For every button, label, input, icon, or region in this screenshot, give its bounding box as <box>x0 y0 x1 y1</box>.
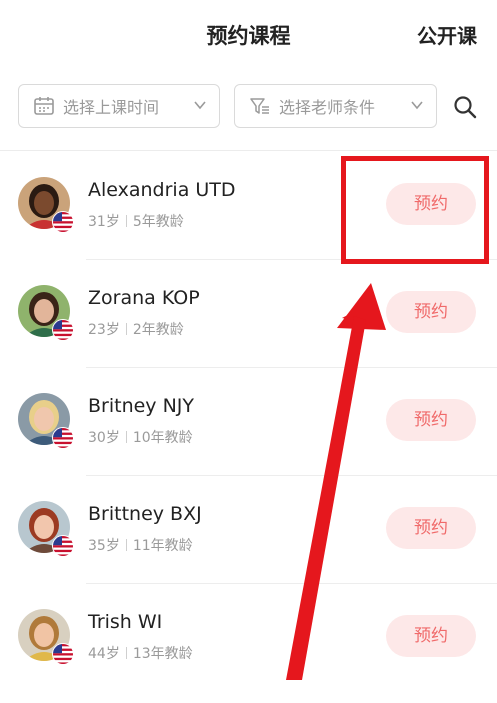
time-filter-dropdown[interactable]: 选择上课时间 <box>18 84 220 128</box>
teacher-experience: 5年教龄 <box>132 214 184 230</box>
teacher-name: Zorana KOP <box>88 287 200 309</box>
teacher-name: Alexandria UTD <box>88 179 236 201</box>
meta-separator <box>125 539 127 551</box>
meta-separator <box>125 431 127 443</box>
teacher-row[interactable]: Zorana KOP 23岁 2年教龄 预约 <box>0 271 497 379</box>
teacher-filter-label: 选择老师条件 <box>279 98 376 117</box>
book-button[interactable]: 预约 <box>386 399 476 441</box>
row-divider <box>86 475 497 476</box>
teacher-name: Brittney BXJ <box>88 503 202 525</box>
teacher-filter-dropdown[interactable]: 选择老师条件 <box>234 84 437 128</box>
us-flag-icon <box>52 643 74 665</box>
chevron-down-icon <box>194 101 206 110</box>
book-button[interactable]: 预约 <box>386 507 476 549</box>
teacher-meta: 31岁 5年教龄 <box>88 211 184 231</box>
teacher-experience: 10年教龄 <box>132 430 193 446</box>
row-divider <box>86 583 497 584</box>
search-icon[interactable] <box>452 94 478 120</box>
book-button[interactable]: 预约 <box>386 291 476 333</box>
teacher-age: 23岁 <box>88 322 120 338</box>
teacher-experience: 11年教龄 <box>132 538 193 554</box>
teacher-row[interactable]: Brittney BXJ 35岁 11年教龄 预约 <box>0 487 497 595</box>
filter-icon <box>250 98 269 114</box>
us-flag-icon <box>52 427 74 449</box>
open-class-tab[interactable]: 公开课 <box>417 20 477 49</box>
teacher-experience: 13年教龄 <box>132 646 193 662</box>
avatar[interactable] <box>18 393 74 449</box>
avatar[interactable] <box>18 609 74 665</box>
header: 预约课程 公开课 <box>0 0 497 70</box>
row-divider <box>86 367 497 368</box>
annotation-highlight-box <box>341 156 489 264</box>
teacher-meta: 35岁 11年教龄 <box>88 535 193 555</box>
us-flag-icon <box>52 535 74 557</box>
teacher-meta: 30岁 10年教龄 <box>88 427 193 447</box>
teacher-row[interactable]: Britney NJY 30岁 10年教龄 预约 <box>0 379 497 487</box>
teacher-name: Trish WI <box>88 611 163 633</box>
avatar[interactable] <box>18 177 74 233</box>
teacher-meta: 44岁 13年教龄 <box>88 643 193 663</box>
teacher-age: 35岁 <box>88 538 120 554</box>
teacher-age: 30岁 <box>88 430 120 446</box>
teacher-name: Britney NJY <box>88 395 195 417</box>
calendar-icon <box>34 97 54 115</box>
time-filter-label: 选择上课时间 <box>63 98 160 117</box>
us-flag-icon <box>52 319 74 341</box>
us-flag-icon <box>52 211 74 233</box>
meta-separator <box>125 323 127 335</box>
teacher-age: 31岁 <box>88 214 120 230</box>
teacher-experience: 2年教龄 <box>132 322 184 338</box>
meta-separator <box>125 647 127 659</box>
header-divider <box>0 150 497 151</box>
avatar[interactable] <box>18 501 74 557</box>
teacher-age: 44岁 <box>88 646 120 662</box>
book-button[interactable]: 预约 <box>386 615 476 657</box>
teacher-row[interactable]: Trish WI 44岁 13年教龄 预约 <box>0 595 497 703</box>
meta-separator <box>125 215 127 227</box>
teacher-meta: 23岁 2年教龄 <box>88 319 184 339</box>
avatar[interactable] <box>18 285 74 341</box>
chevron-down-icon <box>411 101 423 110</box>
